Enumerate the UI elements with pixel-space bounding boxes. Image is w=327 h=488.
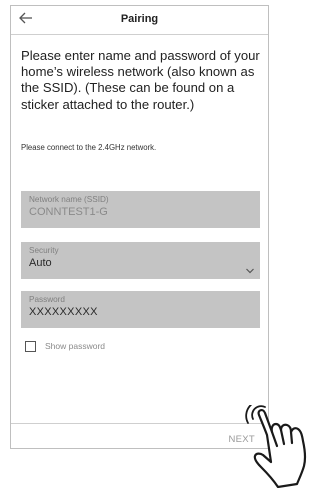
chevron-down-icon [246,268,254,274]
password-value: XXXXXXXXX [29,306,98,318]
instructions-text: Please enter name and password of your h… [21,48,260,112]
security-label: Security [29,246,59,255]
password-label: Password [29,295,65,304]
security-value: Auto [29,257,52,269]
page: Pairing Please enter name and password o… [0,0,327,488]
show-password-checkbox[interactable] [25,341,36,352]
show-password-label: Show password [45,341,106,351]
password-field[interactable]: Password XXXXXXXXX [21,291,260,328]
security-select[interactable]: Security Auto [21,242,260,279]
app-header: Pairing [11,6,268,35]
footer-bar: NEXT [11,423,268,448]
network-note: Please connect to the 2.4GHz network. [21,143,157,152]
phone-screen: Pairing Please enter name and password o… [10,5,269,449]
page-title: Pairing [120,13,159,25]
ssid-value: CONNTEST1-G [29,206,108,218]
ssid-field[interactable]: Network name (SSID) CONNTEST1-G [21,191,260,228]
ssid-label: Network name (SSID) [29,195,109,204]
tapping-hand-icon [245,405,307,488]
